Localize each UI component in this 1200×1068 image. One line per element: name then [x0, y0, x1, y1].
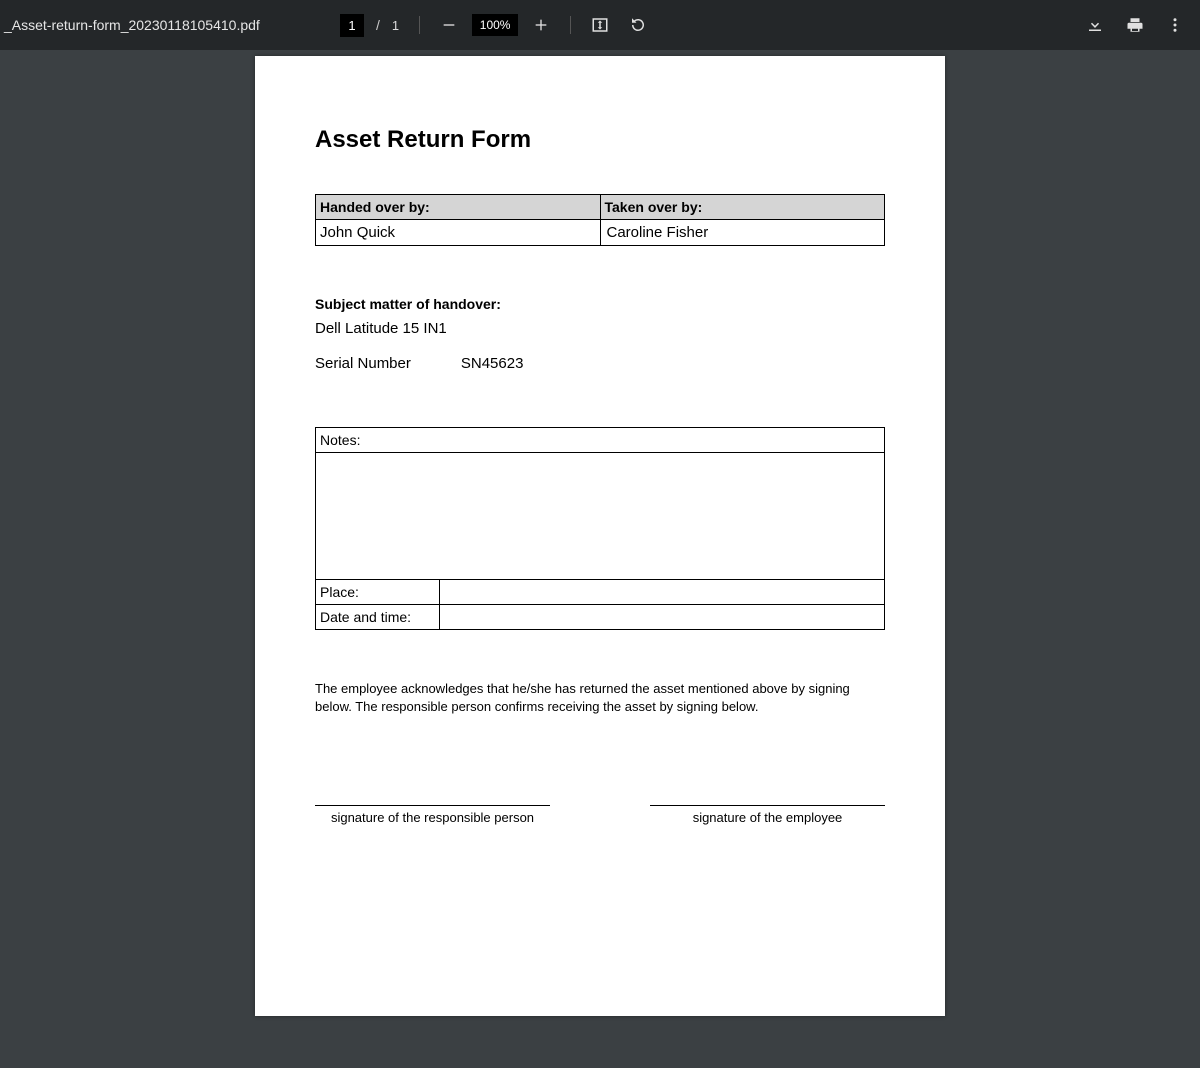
- print-icon: [1126, 16, 1144, 34]
- signature-line: [650, 805, 885, 806]
- more-menu-button[interactable]: [1160, 10, 1190, 40]
- fit-page-icon: [591, 16, 609, 34]
- asset-name: Dell Latitude 15 IN1: [315, 320, 885, 337]
- serial-number-label: Serial Number: [315, 355, 411, 372]
- page-container[interactable]: Asset Return Form Handed over by: Taken …: [0, 56, 1200, 1068]
- taken-over-by-header: Taken over by:: [600, 195, 885, 220]
- document-title: Asset Return Form: [315, 126, 885, 154]
- place-label: Place:: [316, 580, 440, 605]
- subject-label: Subject matter of handover:: [315, 296, 885, 312]
- more-vertical-icon: [1166, 16, 1184, 34]
- fit-to-page-button[interactable]: [585, 10, 615, 40]
- signature-employee-label: signature of the employee: [693, 810, 843, 825]
- parties-table: Handed over by: Taken over by: John Quic…: [315, 194, 885, 246]
- datetime-label: Date and time:: [316, 605, 440, 630]
- toolbar-center-controls: / 1 100%: [340, 0, 653, 50]
- separator: [570, 16, 571, 34]
- notes-table: Notes: Place: Date and time:: [315, 427, 885, 630]
- signature-row: signature of the responsible person sign…: [315, 805, 885, 825]
- viewer-toolbar: _Asset-return-form_20230118105410.pdf / …: [0, 0, 1200, 50]
- signature-line: [315, 805, 550, 806]
- signature-employee: signature of the employee: [650, 805, 885, 825]
- notes-body: [316, 453, 885, 580]
- handed-over-by-header: Handed over by:: [316, 195, 601, 220]
- minus-icon: [441, 17, 457, 33]
- file-name: _Asset-return-form_20230118105410.pdf: [0, 17, 260, 33]
- notes-header: Notes:: [316, 428, 885, 453]
- serial-row: Serial Number SN45623: [315, 355, 885, 372]
- zoom-level[interactable]: 100%: [472, 14, 518, 36]
- acknowledgment-text: The employee acknowledges that he/she ha…: [315, 680, 885, 715]
- page-separator: /: [372, 17, 384, 33]
- taken-over-by-value: Caroline Fisher: [600, 220, 885, 246]
- zoom-in-button[interactable]: [526, 10, 556, 40]
- rotate-icon: [629, 16, 647, 34]
- rotate-button[interactable]: [623, 10, 653, 40]
- toolbar-right-controls: [1080, 0, 1190, 50]
- datetime-value: [440, 605, 885, 630]
- download-icon: [1086, 16, 1104, 34]
- handed-over-by-value: John Quick: [316, 220, 601, 246]
- signature-responsible-label: signature of the responsible person: [331, 810, 534, 825]
- pdf-viewer: _Asset-return-form_20230118105410.pdf / …: [0, 0, 1200, 1068]
- place-value: [440, 580, 885, 605]
- page-number-input[interactable]: [340, 14, 364, 37]
- signature-responsible: signature of the responsible person: [315, 805, 550, 825]
- page-total: 1: [392, 18, 405, 33]
- plus-icon: [533, 17, 549, 33]
- document-page: Asset Return Form Handed over by: Taken …: [255, 56, 945, 1016]
- zoom-out-button[interactable]: [434, 10, 464, 40]
- print-button[interactable]: [1120, 10, 1150, 40]
- download-button[interactable]: [1080, 10, 1110, 40]
- serial-number-value: SN45623: [461, 355, 524, 372]
- separator: [419, 16, 420, 34]
